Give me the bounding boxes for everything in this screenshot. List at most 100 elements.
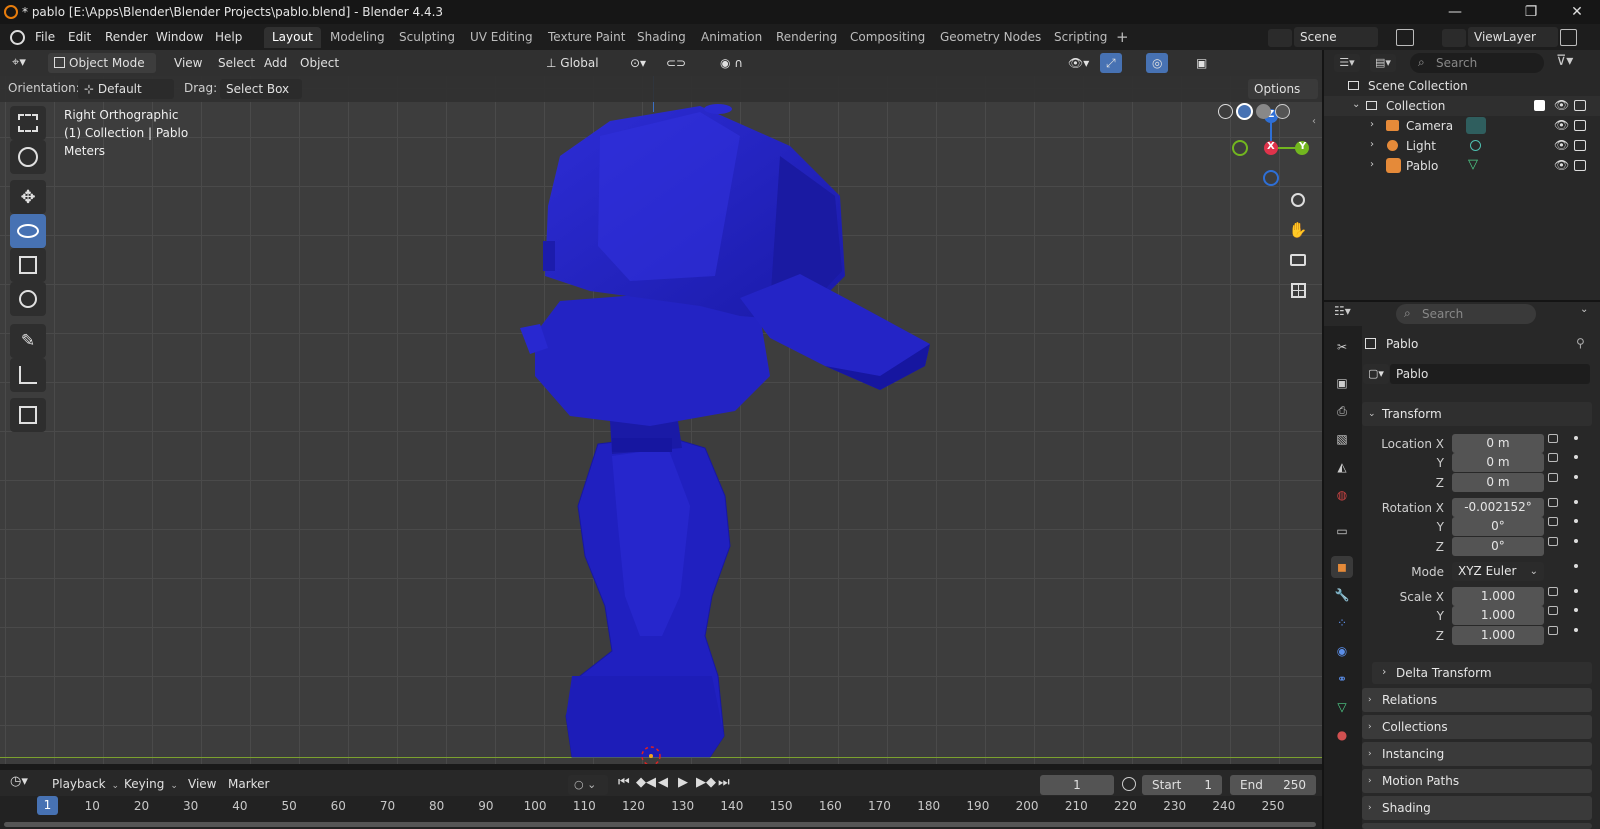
lock-icon[interactable] [1548, 537, 1558, 546]
checkbox-icon[interactable] [1534, 100, 1545, 111]
area-divider[interactable] [1322, 50, 1324, 829]
collection-tab[interactable]: ▭ [1331, 520, 1353, 542]
tab-geometry-nodes[interactable]: Geometry Nodes [932, 27, 1049, 48]
data-tab[interactable]: ▽ [1331, 696, 1353, 718]
lock-icon[interactable] [1548, 473, 1558, 482]
orientation-selector[interactable]: ⊥ Global [540, 53, 618, 73]
mesh-data-icon[interactable]: ▽ [1468, 157, 1478, 172]
relations-panel-header[interactable]: › Relations [1362, 688, 1592, 712]
navigation-gizmo[interactable] [1228, 108, 1318, 198]
scale-x-field[interactable]: 1.000 [1452, 587, 1544, 606]
lock-icon[interactable] [1548, 453, 1558, 462]
tab-modeling[interactable]: Modeling [322, 27, 393, 48]
constraints-tab[interactable]: ⚭ [1331, 668, 1353, 690]
visibility-panel-header[interactable] [1362, 823, 1592, 829]
lock-icon[interactable] [1548, 606, 1558, 615]
camera-view-button[interactable] [1284, 246, 1312, 274]
tool-orientation-selector[interactable]: ⊹ Default [78, 79, 174, 99]
area-divider[interactable] [1324, 300, 1600, 302]
overlay-toggle[interactable]: ◎ [1146, 53, 1169, 73]
outliner-scene-collection[interactable]: Scene Collection [1324, 76, 1600, 96]
tab-layout[interactable]: Layout [264, 27, 321, 48]
modifier-tab[interactable]: 🔧 [1331, 584, 1353, 606]
shading-solid-button[interactable] [1236, 103, 1253, 120]
pablo-mesh[interactable] [0, 76, 1322, 764]
zoom-button[interactable] [1284, 186, 1312, 214]
properties-options-icon[interactable]: ⌄ [1580, 304, 1588, 315]
motion-paths-panel-header[interactable]: › Motion Paths [1362, 769, 1592, 793]
scale-y-field[interactable]: 1.000 [1452, 606, 1544, 625]
rotation-mode-selector[interactable]: XYZ Euler ⌄ [1452, 562, 1544, 581]
sidebar-toggle-icon[interactable]: ‹ [1312, 116, 1316, 127]
transform-tool[interactable] [10, 282, 46, 316]
lock-icon[interactable] [1548, 626, 1558, 635]
next-keyframe-button[interactable]: ▶◆ [696, 775, 716, 790]
drag-selector[interactable]: Select Box [220, 79, 302, 99]
rotation-x-field[interactable]: -0.002152° [1452, 498, 1544, 517]
filter-icon[interactable]: ⊽▾ [1556, 53, 1573, 69]
timeline-scrollbar[interactable] [4, 822, 1316, 827]
shading-material-button[interactable] [1256, 104, 1271, 119]
end-frame-field[interactable]: End 250 [1230, 775, 1316, 795]
menu-object[interactable]: Object [294, 53, 345, 73]
rotate-tool[interactable] [10, 214, 46, 248]
lock-icon[interactable] [1548, 498, 1558, 507]
measure-tool[interactable] [10, 358, 46, 392]
particles-tab[interactable]: ⁘ [1331, 612, 1353, 634]
pivot-selector[interactable]: ⊙▾ [624, 53, 652, 73]
tool-tab[interactable]: ✂ [1331, 336, 1353, 358]
menu-add[interactable]: Add [258, 53, 293, 73]
menu-timeline-view[interactable]: View [182, 774, 222, 794]
menu-file[interactable]: File [30, 28, 60, 46]
outliner-item-pablo[interactable]: › Pablo ▽ 👁 [1324, 156, 1600, 176]
proportional-edit-toggle[interactable]: ◉ ∩ [714, 53, 749, 73]
camera-render-icon[interactable] [1574, 120, 1586, 131]
ortho-toggle-button[interactable] [1284, 276, 1312, 304]
select-box-tool[interactable] [10, 106, 46, 140]
output-tab[interactable]: ⎙ [1331, 400, 1353, 422]
expand-icon[interactable]: › [1370, 119, 1374, 130]
menu-view[interactable]: View [168, 53, 208, 73]
camera-render-icon[interactable] [1574, 100, 1586, 111]
lock-icon[interactable] [1548, 517, 1558, 526]
menu-playback[interactable]: Playback ⌄ [46, 774, 125, 794]
tab-rendering[interactable]: Rendering [768, 27, 845, 48]
snap-toggle[interactable]: ⊂⊃ [660, 53, 692, 73]
xray-toggle[interactable]: ▣ [1190, 53, 1213, 73]
collections-panel-header[interactable]: › Collections [1362, 715, 1592, 739]
scene-selector[interactable]: Scene [1294, 27, 1378, 47]
add-cube-tool[interactable] [10, 398, 46, 432]
menu-edit[interactable]: Edit [63, 28, 96, 46]
object-tab[interactable]: ◼ [1331, 556, 1353, 578]
view-layer-tab[interactable]: ▧ [1331, 428, 1353, 450]
lock-icon[interactable] [1548, 587, 1558, 596]
gizmo-toggle[interactable]: ⤢ [1100, 53, 1122, 73]
instancing-panel-header[interactable]: › Instancing [1362, 742, 1592, 766]
playhead[interactable]: 1 [37, 796, 58, 815]
menu-render[interactable]: Render [100, 28, 153, 46]
outliner-item-light[interactable]: › Light 👁 [1324, 136, 1600, 156]
tab-animation[interactable]: Animation [693, 27, 770, 48]
editor-type-icon[interactable]: ⌖▾ [12, 55, 40, 71]
tab-scripting[interactable]: Scripting [1046, 27, 1115, 48]
jump-start-button[interactable]: ⏮ [618, 775, 630, 790]
view-layer-icon[interactable] [1442, 29, 1466, 47]
cursor-tool[interactable] [10, 140, 46, 174]
3d-viewport[interactable]: Right Orthographic (1) Collection | Pabl… [0, 76, 1322, 764]
properties-search[interactable]: ⌕ Search [1396, 304, 1536, 324]
menu-help[interactable]: Help [210, 28, 247, 46]
shading-rendered-button[interactable] [1275, 104, 1290, 119]
mode-selector[interactable]: Object Mode [48, 53, 156, 73]
play-button[interactable]: ▶ [678, 775, 688, 790]
outliner-item-camera[interactable]: › Camera 👁 [1324, 116, 1600, 136]
outliner-search[interactable]: ⌕ Search [1410, 53, 1544, 73]
view-layer-selector[interactable]: ViewLayer [1468, 27, 1558, 47]
move-tool[interactable]: ✥ [10, 180, 46, 214]
rotation-y-field[interactable]: 0° [1452, 517, 1544, 536]
menu-select[interactable]: Select [212, 53, 261, 73]
delta-transform-subpanel[interactable]: › Delta Transform [1372, 662, 1592, 684]
jump-end-button[interactable]: ⏭ [718, 775, 730, 790]
eye-icon[interactable]: 👁 [1554, 98, 1569, 112]
render-tab[interactable]: ▣ [1331, 372, 1353, 394]
shading-panel-header[interactable]: › Shading [1362, 796, 1592, 820]
